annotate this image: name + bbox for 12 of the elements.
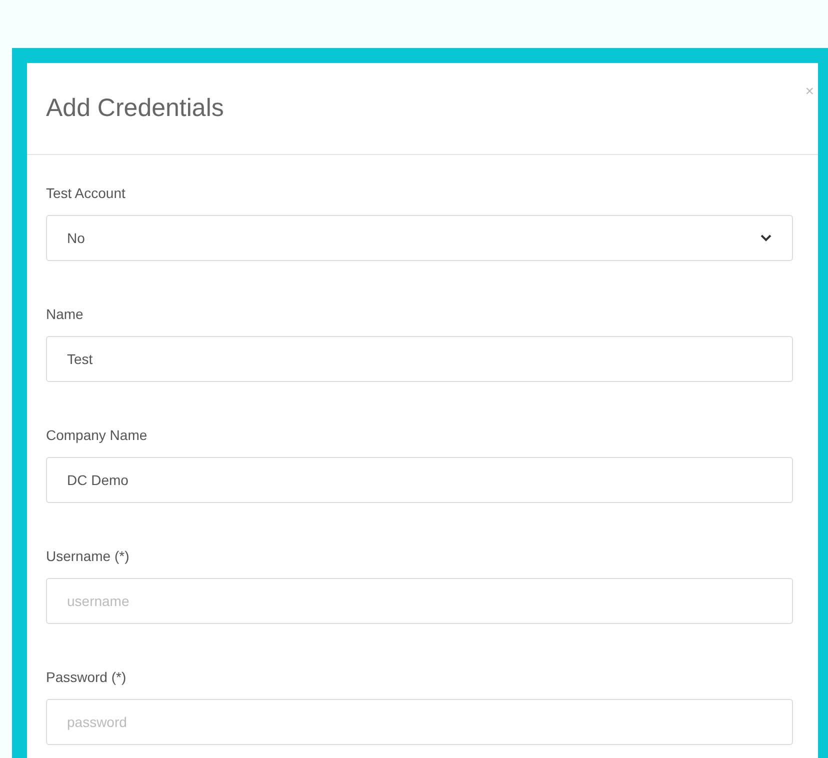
chevron-down-icon bbox=[760, 234, 772, 242]
field-label: Company Name bbox=[46, 427, 148, 443]
input-field[interactable]: Test bbox=[46, 336, 793, 382]
field-label: Name bbox=[46, 306, 84, 322]
input-field[interactable]: username bbox=[46, 578, 793, 624]
select-field[interactable]: No bbox=[46, 215, 793, 261]
input-field[interactable]: password bbox=[46, 699, 793, 745]
field-label: Test Account bbox=[46, 185, 126, 201]
dialog-title: Add Credentials bbox=[46, 94, 224, 123]
field-label: Password (*) bbox=[46, 669, 128, 685]
field-label: Username (*) bbox=[46, 548, 130, 564]
input-field[interactable]: DC Demo bbox=[46, 457, 793, 503]
